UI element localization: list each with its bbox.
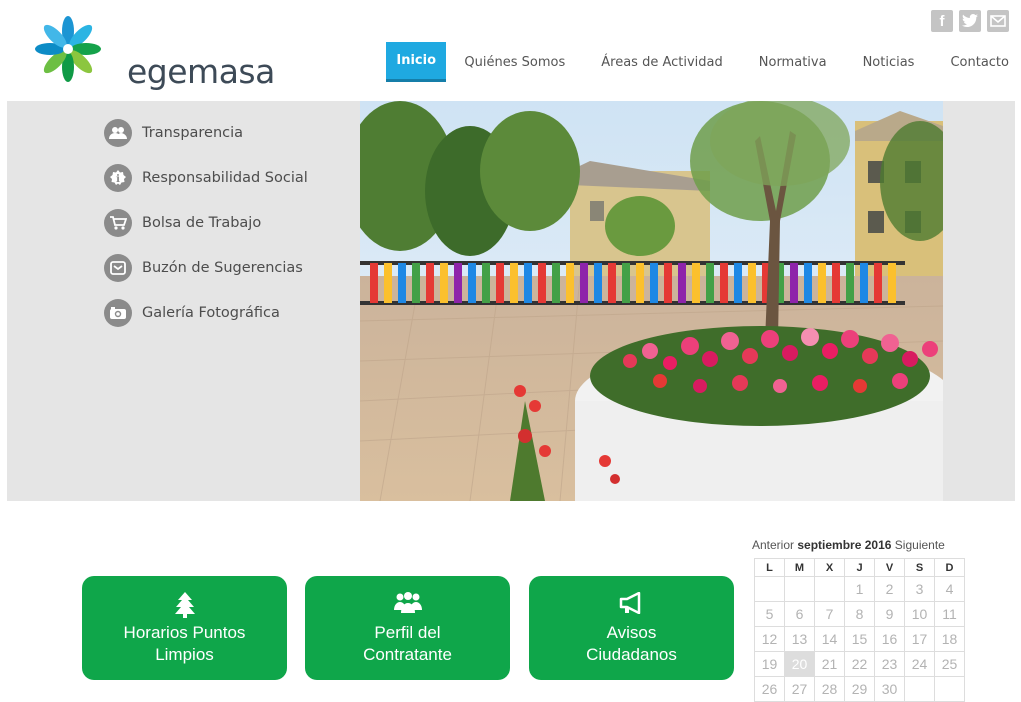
calendar-day xyxy=(934,676,965,702)
tile-label-line2: Limpios xyxy=(155,645,214,664)
calendar-day[interactable]: 2 xyxy=(874,576,905,602)
tile-label-line2: Ciudadanos xyxy=(586,645,677,664)
calendar-day[interactable]: 29 xyxy=(844,676,875,702)
calendar-day-today[interactable]: 20 xyxy=(784,651,815,677)
side-menu-label: Bolsa de Trabajo xyxy=(142,215,262,231)
nav-item-normativa[interactable]: Normativa xyxy=(759,55,827,70)
calendar-prev-link[interactable]: Anterior xyxy=(752,538,794,552)
calendar-day[interactable]: 13 xyxy=(784,626,815,652)
calendar-next-link[interactable]: Siguiente xyxy=(895,538,945,552)
tile-label-line2: Contratante xyxy=(363,645,452,664)
megaphone-icon xyxy=(529,592,734,618)
side-menu-item-responsabilidad-social[interactable]: i Responsabilidad Social xyxy=(104,163,308,193)
social-links: f xyxy=(931,10,1009,32)
side-menu-label: Galería Fotográfica xyxy=(142,305,280,321)
calendar-day[interactable]: 15 xyxy=(844,626,875,652)
side-menu-label: Buzón de Sugerencias xyxy=(142,260,303,276)
calendar-year: 2016 xyxy=(864,538,892,552)
info-icon: i xyxy=(104,164,132,192)
calendar-day[interactable]: 9 xyxy=(874,601,905,627)
tile-label-line1: Perfil del xyxy=(374,623,441,642)
calendar-day[interactable]: 18 xyxy=(934,626,965,652)
calendar-day[interactable]: 3 xyxy=(904,576,935,602)
logo-flower-icon xyxy=(35,16,101,82)
calendar-day xyxy=(754,576,785,602)
calendar-day[interactable]: 27 xyxy=(784,676,815,702)
calendar-day xyxy=(784,576,815,602)
calendar-week-row: 1 2 3 4 xyxy=(754,576,965,602)
weekday-label: D xyxy=(934,558,965,577)
calendar-header: Anterior septiembre 2016 Siguiente xyxy=(752,538,945,552)
tile-horarios-puntos-limpios[interactable]: Horarios Puntos Limpios xyxy=(82,576,287,680)
calendar-day[interactable]: 12 xyxy=(754,626,785,652)
tree-icon xyxy=(82,592,287,618)
calendar-day[interactable]: 24 xyxy=(904,651,935,677)
nav-item-noticias[interactable]: Noticias xyxy=(863,55,915,70)
calendar-day[interactable]: 5 xyxy=(754,601,785,627)
calendar-day[interactable]: 23 xyxy=(874,651,905,677)
calendar-week-row: 12 13 14 15 16 17 18 xyxy=(754,626,965,652)
users-icon xyxy=(104,119,132,147)
side-menu-item-buzon-de-sugerencias[interactable]: Buzón de Sugerencias xyxy=(104,253,308,283)
calendar-day[interactable]: 11 xyxy=(934,601,965,627)
weekday-label: M xyxy=(784,558,815,577)
side-menu-item-bolsa-de-trabajo[interactable]: Bolsa de Trabajo xyxy=(104,208,308,238)
main-nav: Inicio Quiénes Somos Áreas de Actividad … xyxy=(386,41,1009,83)
side-menu-item-transparencia[interactable]: Transparencia xyxy=(104,118,308,148)
calendar-day[interactable]: 14 xyxy=(814,626,845,652)
weekday-label: V xyxy=(874,558,905,577)
mail-icon xyxy=(104,254,132,282)
calendar-week-row: 26 27 28 29 30 xyxy=(754,676,965,702)
calendar-day[interactable]: 10 xyxy=(904,601,935,627)
email-icon[interactable] xyxy=(987,10,1009,32)
nav-item-areas-de-actividad[interactable]: Áreas de Actividad xyxy=(601,55,723,70)
calendar-day[interactable]: 7 xyxy=(814,601,845,627)
calendar-day[interactable]: 4 xyxy=(934,576,965,602)
calendar-day[interactable]: 1 xyxy=(844,576,875,602)
calendar-day[interactable]: 21 xyxy=(814,651,845,677)
nav-item-quienes-somos[interactable]: Quiénes Somos xyxy=(464,55,565,70)
group-icon xyxy=(305,592,510,618)
calendar-day[interactable]: 30 xyxy=(874,676,905,702)
side-menu-label: Responsabilidad Social xyxy=(142,170,308,186)
calendar-weekday-row: L M X J V S D xyxy=(754,558,965,577)
calendar-day[interactable]: 17 xyxy=(904,626,935,652)
nav-item-inicio[interactable]: Inicio xyxy=(386,42,447,82)
camera-icon xyxy=(104,299,132,327)
tile-perfil-del-contratante[interactable]: Perfil del Contratante xyxy=(305,576,510,680)
calendar-day[interactable]: 8 xyxy=(844,601,875,627)
calendar-day[interactable]: 26 xyxy=(754,676,785,702)
calendar-month: septiembre xyxy=(797,538,862,552)
calendar-day[interactable]: 22 xyxy=(844,651,875,677)
calendar-day xyxy=(814,576,845,602)
nav-item-contacto[interactable]: Contacto xyxy=(950,55,1009,70)
tile-avisos-ciudadanos[interactable]: Avisos Ciudadanos xyxy=(529,576,734,680)
side-menu-label: Transparencia xyxy=(142,125,244,141)
calendar-day[interactable]: 16 xyxy=(874,626,905,652)
twitter-icon[interactable] xyxy=(959,10,981,32)
calendar-day[interactable]: 6 xyxy=(784,601,815,627)
svg-text:i: i xyxy=(116,174,120,185)
weekday-label: S xyxy=(904,558,935,577)
side-menu-item-galeria-fotografica[interactable]: Galería Fotográfica xyxy=(104,298,308,328)
cart-icon xyxy=(104,209,132,237)
calendar-week-row: 5 6 7 8 9 10 11 xyxy=(754,601,965,627)
calendar-day[interactable]: 19 xyxy=(754,651,785,677)
tile-label-line1: Horarios Puntos xyxy=(123,623,246,642)
calendar-table: L M X J V S D 1 2 3 4 5 6 7 8 9 10 11 12… xyxy=(754,558,965,702)
weekday-label: L xyxy=(754,558,785,577)
brand-name: egemasa xyxy=(127,52,275,91)
weekday-label: J xyxy=(844,558,875,577)
facebook-icon[interactable]: f xyxy=(931,10,953,32)
weekday-label: X xyxy=(814,558,845,577)
egemasa-logo[interactable]: egemasa xyxy=(28,16,275,91)
tile-label-line1: Avisos xyxy=(606,623,657,642)
calendar-day xyxy=(904,676,935,702)
calendar-week-row: 19 20 21 22 23 24 25 xyxy=(754,651,965,677)
side-menu: Transparencia i Responsabilidad Social B… xyxy=(104,118,308,343)
calendar-day[interactable]: 28 xyxy=(814,676,845,702)
calendar-day[interactable]: 25 xyxy=(934,651,965,677)
hero-photo xyxy=(360,101,943,501)
